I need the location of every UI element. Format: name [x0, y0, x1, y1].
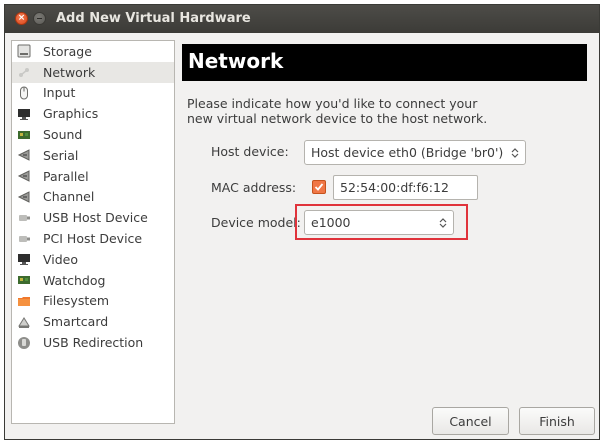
description-line: new virtual network device to the host n…	[187, 111, 488, 126]
host-device-value: Host device eth0 (Bridge 'br0')	[311, 145, 504, 160]
sidebar-item-label: Network	[43, 64, 96, 80]
mac-address-value: 52:54:00:df:f6:12	[340, 180, 449, 195]
cancel-button[interactable]: Cancel	[432, 407, 509, 435]
mac-address-field[interactable]: 52:54:00:df:f6:12	[333, 175, 478, 200]
usb-device-icon	[16, 210, 32, 226]
sidebar-item-label: Video	[43, 251, 79, 267]
sidebar-item-label: Filesystem	[43, 293, 110, 309]
channel-icon	[16, 189, 32, 205]
sidebar-item-label: Smartcard	[43, 314, 109, 330]
sidebar-item-label: PCI Host Device	[43, 231, 143, 247]
sidebar-item-sound[interactable]: Sound	[12, 124, 174, 145]
close-window-button[interactable]: ×	[15, 12, 28, 25]
finish-button[interactable]: Finish	[519, 407, 595, 435]
mouse-icon	[16, 85, 32, 101]
sidebar-item-label: Watchdog	[43, 272, 106, 288]
sidebar-item-parallel[interactable]: Parallel	[12, 166, 174, 187]
sidebar-item-label: Channel	[43, 189, 95, 205]
mac-address-label: MAC address:	[211, 180, 297, 195]
sidebar-item-label: Parallel	[43, 168, 89, 184]
description-text: Please indicate how you'd like to connec…	[187, 96, 577, 126]
section-header: Network	[182, 44, 587, 81]
sidebar-item-label: USB Redirection	[43, 335, 144, 351]
mac-address-checkbox[interactable]	[312, 180, 326, 194]
hardware-type-list: Storage Network Input Graphics Sound Ser…	[11, 40, 175, 424]
sidebar-item-label: Sound	[43, 127, 83, 143]
host-device-label: Host device:	[211, 144, 289, 159]
sidebar-item-pci-host-device[interactable]: PCI Host Device	[12, 228, 174, 249]
monitor-icon	[16, 106, 32, 122]
highlight-box	[295, 204, 468, 240]
sidebar-item-usb-host-device[interactable]: USB Host Device	[12, 207, 174, 228]
sidebar-item-label: Graphics	[43, 106, 99, 122]
sidebar-item-label: Storage	[43, 43, 92, 59]
sidebar-item-network[interactable]: Network	[12, 61, 174, 83]
network-icon	[16, 64, 32, 80]
hard-disk-icon	[16, 43, 32, 59]
sidebar-item-watchdog[interactable]: Watchdog	[12, 270, 174, 291]
description-line: Please indicate how you'd like to connec…	[187, 96, 478, 111]
sidebar-item-video[interactable]: Video	[12, 249, 174, 270]
serial-port-icon	[16, 147, 32, 163]
sidebar-item-label: Input	[43, 85, 76, 101]
sidebar-item-serial[interactable]: Serial	[12, 145, 174, 166]
usb-redirection-icon	[16, 335, 32, 351]
video-icon	[16, 251, 32, 267]
pci-device-icon	[16, 231, 32, 247]
window-title: Add New Virtual Hardware	[56, 11, 251, 26]
select-arrows-icon	[511, 147, 519, 158]
sidebar-item-filesystem[interactable]: Filesystem	[12, 291, 174, 312]
title-bar: × Add New Virtual Hardware	[5, 5, 599, 33]
sound-card-icon	[16, 127, 32, 143]
smartcard-icon	[16, 314, 32, 330]
sidebar-item-channel[interactable]: Channel	[12, 187, 174, 208]
minimize-window-button[interactable]	[33, 12, 46, 25]
sidebar-item-usb-redirection[interactable]: USB Redirection	[12, 332, 174, 353]
folder-icon	[16, 293, 32, 309]
sidebar-item-storage[interactable]: Storage	[12, 41, 174, 62]
sidebar-item-graphics[interactable]: Graphics	[12, 103, 174, 124]
checkmark-icon	[314, 183, 324, 191]
sidebar-item-label: Serial	[43, 147, 79, 163]
watchdog-icon	[16, 272, 32, 288]
host-device-select[interactable]: Host device eth0 (Bridge 'br0')	[304, 140, 526, 165]
sidebar-item-input[interactable]: Input	[12, 83, 174, 104]
sidebar-item-label: USB Host Device	[43, 210, 148, 226]
page-title: Network	[188, 49, 284, 73]
parallel-port-icon	[16, 168, 32, 184]
device-model-label: Device model:	[211, 215, 301, 230]
sidebar-item-smartcard[interactable]: Smartcard	[12, 311, 174, 332]
